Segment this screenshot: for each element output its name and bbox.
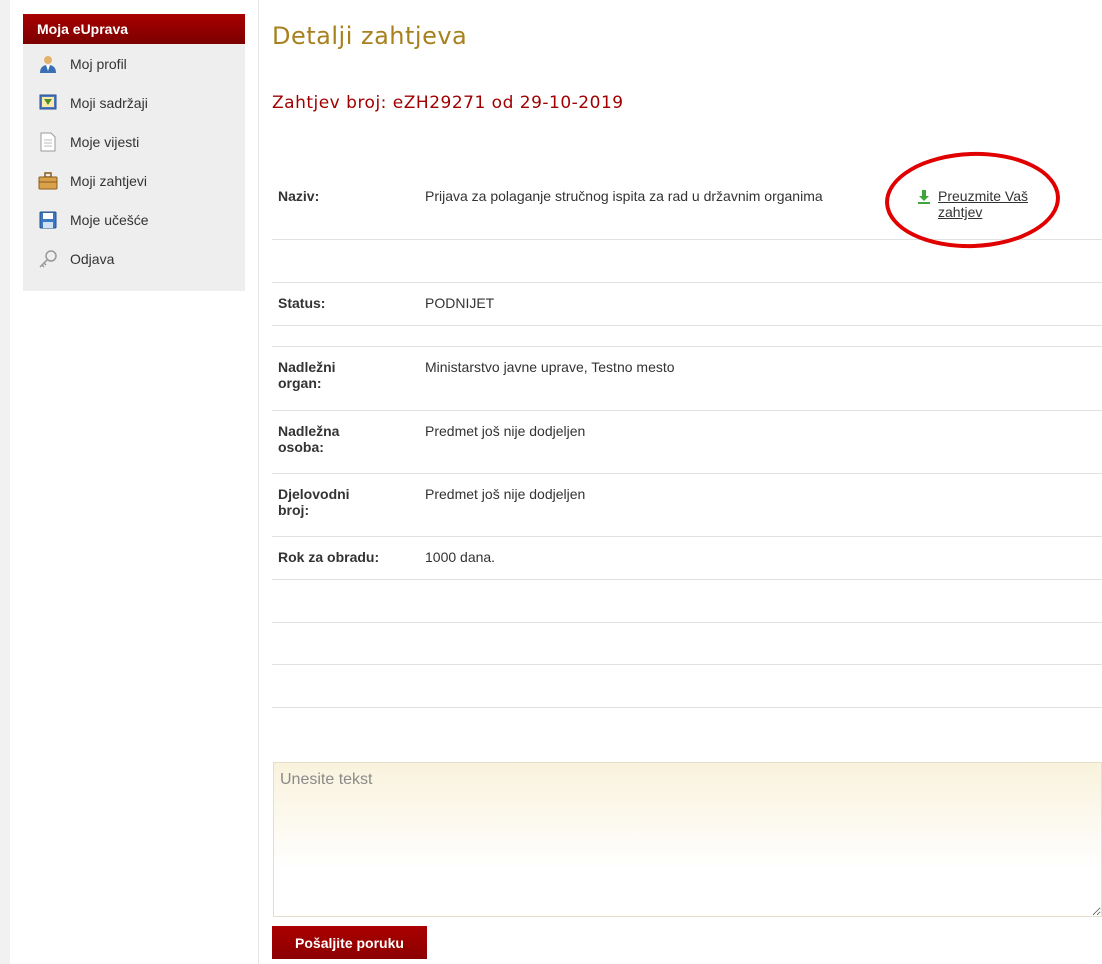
field-value: Predmet još nije dodjeljen	[425, 486, 586, 502]
row-empty	[272, 240, 1102, 283]
field-label: Rok za obradu:	[278, 549, 380, 565]
sidebar-item-label: Moji sadržaji	[70, 94, 148, 111]
content-divider	[258, 0, 259, 964]
sidebar-header: Moja eUprava	[23, 14, 245, 44]
row-status: Status: PODNIJET	[272, 283, 1102, 326]
sidebar-item-moje-ucesce[interactable]: Moje učešće	[23, 200, 245, 239]
row-djelovodni-broj: Djelovodni broj: Predmet još nije dodjel…	[272, 474, 1102, 537]
sidebar-item-label: Odjava	[70, 250, 115, 267]
document-icon	[36, 132, 60, 152]
request-details-table: Naziv: Prijava za polaganje stručnog isp…	[272, 176, 1102, 708]
sidebar-item-moji-sadrzaji[interactable]: Moji sadržaji	[23, 83, 245, 122]
user-profile-icon	[36, 54, 60, 74]
status-value: PODNIJET	[425, 295, 495, 311]
row-empty	[272, 623, 1102, 665]
message-textarea[interactable]	[273, 762, 1102, 917]
row-nadlezni-organ: Nadležni organ: Ministarstvo javne uprav…	[272, 347, 1102, 411]
field-value: Prijava za polaganje stručnog ispita za …	[425, 188, 823, 204]
request-number: Zahtjev broj: eZH29271 od 29-10-2019	[272, 93, 624, 113]
sidebar-item-label: Moj profil	[70, 55, 127, 72]
floppy-disk-icon	[36, 210, 60, 230]
sidebar-item-moj-profil[interactable]: Moj profil	[23, 44, 245, 83]
send-message-button[interactable]: Pošaljite poruku	[272, 926, 427, 959]
download-request-link[interactable]: Preuzmite Vaš zahtjev	[916, 188, 1068, 220]
sidebar-item-moji-zahtjevi[interactable]: Moji zahtjevi	[23, 161, 245, 200]
row-empty	[272, 326, 1102, 347]
field-value: 1000 dana.	[425, 549, 496, 565]
sidebar-item-label: Moji zahtjevi	[70, 172, 148, 189]
sidebar-item-moje-vijesti[interactable]: Moje vijesti	[23, 122, 245, 161]
field-label: Status:	[278, 295, 326, 311]
key-icon	[36, 249, 60, 269]
page-title: Detalji zahtjeva	[272, 22, 468, 50]
field-label: Nadležna osoba:	[278, 423, 340, 455]
row-nadlezna-osoba: Nadležna osoba: Predmet još nije dodjelj…	[272, 411, 1102, 474]
field-label: Djelovodni broj:	[278, 486, 350, 518]
sidebar-menu: Moja eUprava Moj profil Moji sadržaji Mo…	[23, 14, 245, 291]
briefcase-icon	[36, 171, 60, 191]
row-empty	[272, 665, 1102, 708]
row-naziv: Naziv: Prijava za polaganje stručnog isp…	[272, 176, 1102, 240]
left-edge-strip	[0, 0, 10, 964]
download-arrow-icon	[918, 190, 930, 204]
row-empty	[272, 580, 1102, 623]
content-monitor-icon	[36, 93, 60, 113]
sidebar-item-odjava[interactable]: Odjava	[23, 239, 245, 278]
sidebar-item-label: Moje vijesti	[70, 133, 140, 150]
field-label: Nadležni organ:	[278, 359, 336, 391]
field-value: Ministarstvo javne uprave, Testno mesto	[425, 359, 675, 375]
download-link-label: Preuzmite Vaš zahtjev	[938, 188, 1028, 220]
field-value: Predmet još nije dodjeljen	[425, 423, 586, 439]
field-label: Naziv:	[278, 188, 320, 204]
sidebar-item-label: Moje učešće	[70, 211, 149, 228]
row-rok-za-obradu: Rok za obradu: 1000 dana.	[272, 537, 1102, 580]
